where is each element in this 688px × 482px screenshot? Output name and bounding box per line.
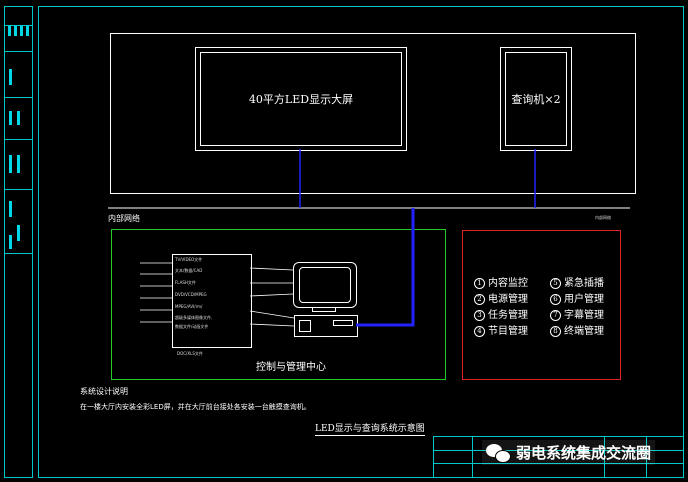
- wechat-icon: [486, 443, 511, 463]
- watermark: 弱电系统集成交流圈: [482, 440, 656, 465]
- design-note-title: 系统设计说明: [80, 387, 128, 396]
- drawing-title: LED显示与查询系统示意图: [315, 421, 425, 436]
- watermark-text: 弱电系统集成交流圈: [516, 444, 652, 462]
- design-note-text: 在一楼大厅内安装全彩LED屏，并在大厅前台接处各安装一台触摸查询机。: [80, 403, 311, 411]
